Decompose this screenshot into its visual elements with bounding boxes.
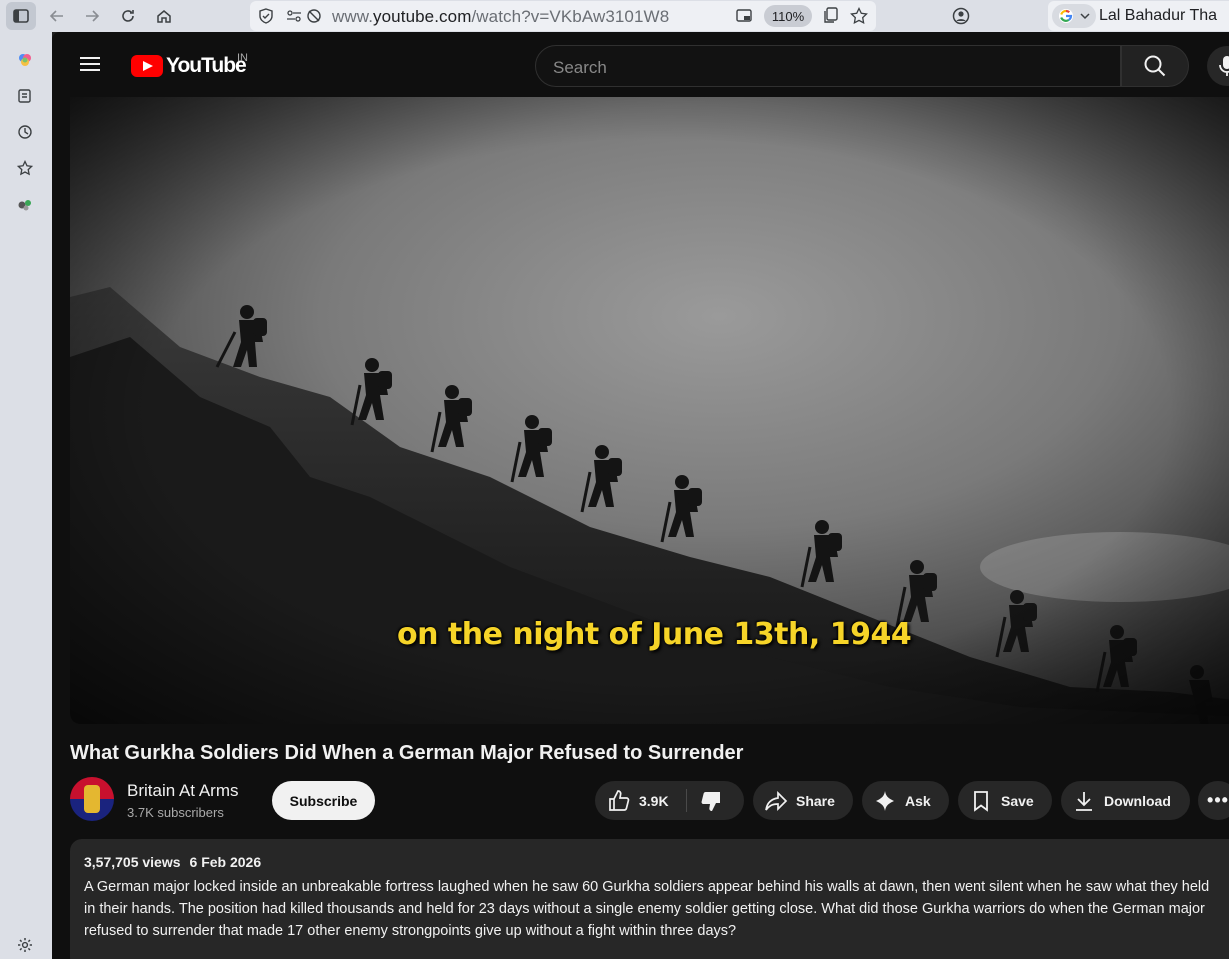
- save-button[interactable]: Save: [958, 781, 1052, 820]
- video-player[interactable]: on the night of June 13th, 1944: [70, 97, 1229, 724]
- browser-sidebar: [0, 32, 52, 959]
- pip-icon[interactable]: [736, 8, 754, 24]
- youtube-logo[interactable]: YouTube: [131, 54, 247, 78]
- download-button[interactable]: Download: [1061, 781, 1190, 820]
- like-icon: [607, 789, 631, 813]
- share-label: Share: [796, 792, 835, 809]
- like-button[interactable]: 3.9K: [607, 781, 669, 820]
- video-title: What Gurkha Soldiers Did When a German M…: [70, 742, 744, 764]
- copy-icon[interactable]: [823, 7, 839, 24]
- upload-date: 6 Feb 2026: [189, 854, 262, 870]
- zoom-level-badge[interactable]: 110%: [764, 5, 812, 27]
- url-path: /watch?v=VKbAw3101W8: [471, 7, 670, 26]
- subscribe-button[interactable]: Subscribe: [272, 781, 375, 820]
- permissions-icon[interactable]: [286, 9, 302, 23]
- browser-toolbar: www.youtube.com/watch?v=VKbAw3101W8 110%…: [0, 0, 1229, 32]
- share-icon: [764, 789, 788, 813]
- voice-search-button[interactable]: [1207, 46, 1229, 86]
- search-engine-query: Lal Bahadur Tha: [1099, 7, 1218, 24]
- search-icon: [1144, 55, 1166, 77]
- url-domain: youtube.com: [373, 7, 472, 26]
- channel-name[interactable]: Britain At Arms: [127, 781, 238, 801]
- url-prefix: www.: [332, 7, 374, 26]
- home-button[interactable]: [151, 4, 177, 28]
- home-icon: [157, 10, 171, 23]
- sparkle-icon: [873, 789, 897, 813]
- sidebar-toggle-icon: [13, 9, 29, 23]
- extension-icon[interactable]: [14, 193, 36, 215]
- share-button[interactable]: Share: [753, 781, 853, 820]
- search-input[interactable]: Search: [535, 45, 1121, 87]
- save-label: Save: [1001, 792, 1034, 809]
- like-dislike-group: 3.9K: [595, 781, 744, 820]
- menu-icon[interactable]: [80, 54, 104, 74]
- youtube-logo-text: YouTube: [166, 54, 247, 77]
- ask-button[interactable]: Ask: [862, 781, 949, 820]
- youtube-play-icon: [131, 55, 163, 77]
- tracking-off-icon[interactable]: [306, 8, 322, 24]
- description-meta: 3,57,705 views 6 Feb 2026: [84, 854, 270, 870]
- mic-icon: [1219, 56, 1229, 76]
- history-icon[interactable]: [14, 121, 36, 143]
- reload-button[interactable]: [115, 4, 141, 28]
- subscriber-count: 3.7K subscribers: [127, 805, 224, 820]
- ask-label: Ask: [905, 792, 931, 809]
- search-engine-selector[interactable]: [1052, 4, 1096, 28]
- back-button[interactable]: [44, 4, 70, 28]
- country-code: IN: [237, 52, 248, 64]
- forward-button[interactable]: [79, 4, 105, 28]
- settings-icon[interactable]: [14, 934, 36, 956]
- favorites-icon[interactable]: [14, 157, 36, 179]
- download-label: Download: [1104, 792, 1171, 809]
- emblem-icon: [84, 785, 100, 813]
- description-text: A German major locked inside an unbreaka…: [84, 879, 1210, 939]
- reload-icon: [122, 10, 134, 22]
- address-bar[interactable]: www.youtube.com/watch?v=VKbAw3101W8 110%: [250, 1, 876, 31]
- video-caption: on the night of June 13th, 1944: [397, 617, 912, 652]
- like-divider: [686, 789, 687, 812]
- save-icon: [969, 789, 993, 813]
- forward-arrow-icon: [86, 10, 100, 22]
- back-arrow-icon: [49, 10, 63, 22]
- search-engine-field[interactable]: Lal Bahadur Tha: [1048, 1, 1229, 31]
- google-icon: [1059, 9, 1073, 23]
- copilot-icon[interactable]: [14, 49, 36, 71]
- more-actions-button[interactable]: •••: [1198, 781, 1229, 820]
- shield-icon[interactable]: [258, 8, 274, 24]
- like-count: 3.9K: [639, 792, 669, 809]
- download-icon: [1072, 789, 1096, 813]
- account-icon: [952, 7, 970, 25]
- account-button[interactable]: [948, 4, 974, 28]
- description-box[interactable]: 3,57,705 views 6 Feb 2026 A German major …: [70, 839, 1229, 959]
- view-count: 3,57,705 views: [84, 854, 181, 870]
- collections-icon[interactable]: [14, 85, 36, 107]
- youtube-page: YouTube IN Search on the night of June 1…: [52, 32, 1229, 959]
- search-placeholder: Search: [553, 58, 607, 77]
- search-button[interactable]: [1121, 45, 1189, 87]
- channel-avatar[interactable]: [70, 777, 114, 821]
- url-text[interactable]: www.youtube.com/watch?v=VKbAw3101W8: [332, 7, 669, 27]
- sidebar-toggle-button[interactable]: [6, 2, 36, 30]
- dislike-button[interactable]: [699, 789, 723, 813]
- chevron-down-icon: [1080, 13, 1090, 20]
- dislike-icon: [701, 792, 720, 811]
- yt-header: YouTube IN Search: [52, 32, 1229, 97]
- bookmark-star-icon[interactable]: [850, 7, 868, 24]
